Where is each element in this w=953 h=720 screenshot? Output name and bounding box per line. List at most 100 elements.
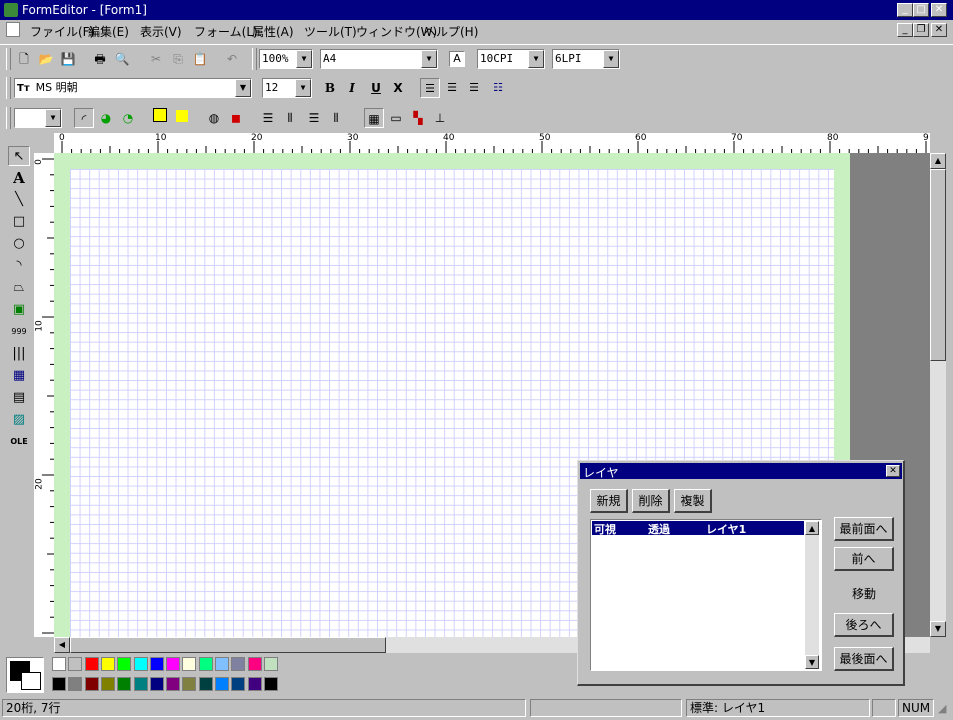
child-minimize-button[interactable]: _ [897,23,913,37]
scroll-left-icon[interactable]: ◀ [54,637,70,653]
chevron-down-icon[interactable]: ▼ [603,50,619,68]
child-close-button[interactable]: ✕ [931,23,947,37]
chord-icon[interactable]: ◔ [118,108,138,128]
color-swatch[interactable] [198,677,213,691]
color-swatch[interactable] [84,677,99,691]
line-tool-icon[interactable]: ╲ [8,190,30,210]
lpi-select[interactable]: 6LPI ▼ [552,49,620,69]
chevron-down-icon[interactable]: ▼ [235,79,251,97]
color-swatch[interactable] [166,657,181,671]
color-swatch[interactable] [117,677,132,691]
picture-tool-icon[interactable]: ▨ [8,410,30,430]
table-tool-icon[interactable]: ▦ [8,366,30,386]
child-restore-button[interactable]: ❐ [913,23,929,37]
columns-icon[interactable]: ⦀ [326,108,346,128]
layer-row[interactable]: 可視 透過 レイヤ1 [592,521,804,536]
hscroll-split[interactable] [34,637,54,653]
copy-layer-button[interactable]: 複製 [674,489,712,513]
polygon-tool-icon[interactable]: ⏢ [8,278,30,298]
paste-icon[interactable]: 📋 [190,49,210,69]
color-swatch[interactable] [133,657,148,671]
undo-icon[interactable]: ↶ [222,49,242,69]
copy-icon[interactable]: ⎘ [168,49,188,69]
open-folder-icon[interactable]: 📂 [36,49,56,69]
arc-icon[interactable]: ◜ [74,108,94,128]
color-swatch[interactable] [215,677,229,691]
new-file-icon[interactable]: 🗋 [14,49,34,69]
color-swatch[interactable] [52,657,66,671]
chevron-down-icon[interactable]: ▼ [421,50,437,68]
baseline-icon[interactable]: ⊥ [430,108,450,128]
align-left-icon[interactable]: ☰ [420,78,440,98]
scroll-up-icon[interactable]: ▲ [805,521,819,535]
italic-button[interactable]: I [342,78,362,98]
color-swatch[interactable] [84,657,99,671]
number-field-icon[interactable]: 999 [8,322,30,342]
fill-color-icon[interactable] [150,108,170,128]
menu-file[interactable]: ファイル(F) [30,23,94,40]
underline-button[interactable]: U [366,78,386,98]
hscroll-thumb[interactable] [70,637,386,653]
color-swatch[interactable] [100,657,115,671]
color-swatch[interactable] [68,677,83,691]
new-layer-button[interactable]: 新規 [590,489,628,513]
color-swatch[interactable] [182,677,197,691]
maximize-button[interactable]: □ [913,3,929,17]
scroll-down-icon[interactable]: ▼ [930,621,946,637]
color-swatch[interactable] [133,677,148,691]
resize-grip-icon[interactable]: ◢ [938,702,946,715]
arc-tool-icon[interactable]: ◝ [8,256,30,276]
memo-tool-icon[interactable]: ▤ [8,388,30,408]
menu-form[interactable]: フォーム(L) [194,23,258,40]
save-icon[interactable]: 💾 [58,49,78,69]
zoom-select[interactable]: 100% ▼ [259,49,313,69]
chevron-down-icon[interactable]: ▼ [295,79,311,97]
barcode-tool-icon[interactable]: ||| [8,344,30,364]
justify-icon[interactable]: ☷ [488,78,508,98]
color-swatch[interactable] [198,657,213,671]
color-swatch[interactable] [52,677,66,691]
paper-size-select[interactable]: A4 ▼ [320,49,438,69]
font-box-icon[interactable]: A [449,51,465,67]
line-style-select[interactable]: ▼ [14,108,62,128]
align-right-icon[interactable]: ☰ [464,78,484,98]
close-button[interactable]: ✕ [931,3,947,17]
color-swatch[interactable] [263,657,278,671]
menu-tools[interactable]: ツール(T) [304,23,357,40]
menu-attributes[interactable]: 属性(A) [252,23,294,40]
color-swatch[interactable] [215,657,229,671]
align-center-icon[interactable]: ☰ [442,78,462,98]
horizontal-lines-icon[interactable]: ☰ [258,108,278,128]
document-icon[interactable] [6,22,20,37]
palette-icon[interactable]: ▚ [408,108,428,128]
font-name-select[interactable]: Tт MS 明朝 ▼ [14,78,252,98]
ellipse-tool-icon[interactable]: ○ [8,234,30,254]
scroll-up-icon[interactable]: ▲ [930,153,946,169]
send-backward-button[interactable]: 後ろへ [834,613,894,637]
send-to-back-button[interactable]: 最後面へ [834,647,894,671]
delete-layer-button[interactable]: 削除 [632,489,670,513]
color-swatch[interactable] [166,677,181,691]
ruler-icon[interactable]: ▭ [386,108,406,128]
cpi-select[interactable]: 10CPI ▼ [477,49,545,69]
color-swatch[interactable] [231,657,246,671]
minimize-button[interactable]: _ [897,3,913,17]
strike-button[interactable]: X [388,78,408,98]
color-swatch[interactable] [247,677,262,691]
vertical-lines-icon[interactable]: ⦀ [280,108,300,128]
color-swatch[interactable] [100,677,115,691]
pie-icon[interactable]: ◕ [96,108,116,128]
chevron-down-icon[interactable]: ▼ [45,109,61,127]
layer-list[interactable]: 可視 透過 レイヤ1 ▲ ▼ [590,519,822,671]
list-scrollbar[interactable]: ▲ ▼ [805,521,819,669]
grid-icon[interactable]: ▦ [364,108,384,128]
current-colors[interactable] [6,657,44,693]
color-swatch[interactable] [68,657,83,671]
font-size-select[interactable]: 12 ▼ [262,78,312,98]
line-color-icon[interactable] [172,108,192,128]
cut-icon[interactable]: ✂ [146,49,166,69]
color-swatch[interactable] [263,677,278,691]
dialog-close-button[interactable]: ✕ [886,465,900,477]
menu-view[interactable]: 表示(V) [140,23,182,40]
menu-edit[interactable]: 編集(E) [88,23,129,40]
